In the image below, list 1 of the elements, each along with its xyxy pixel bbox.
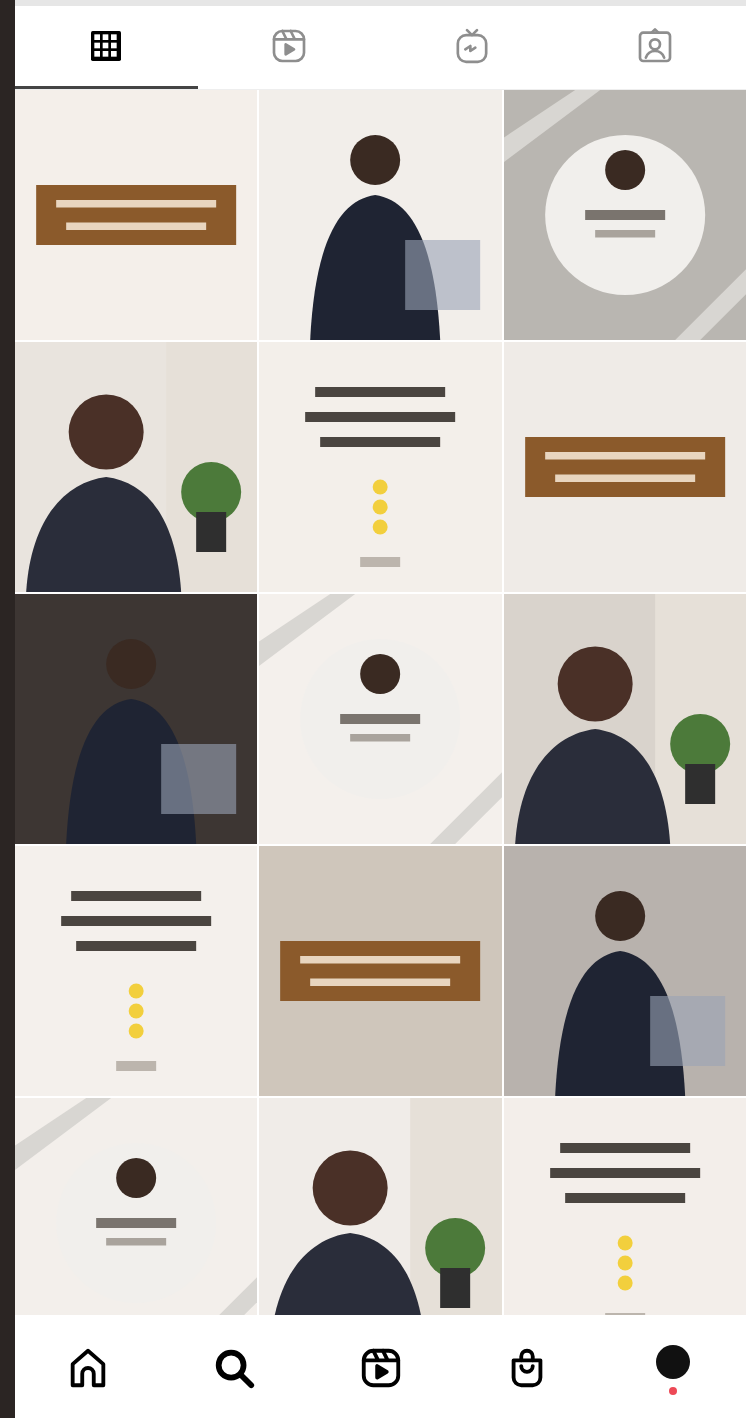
avatar (655, 1345, 690, 1379)
